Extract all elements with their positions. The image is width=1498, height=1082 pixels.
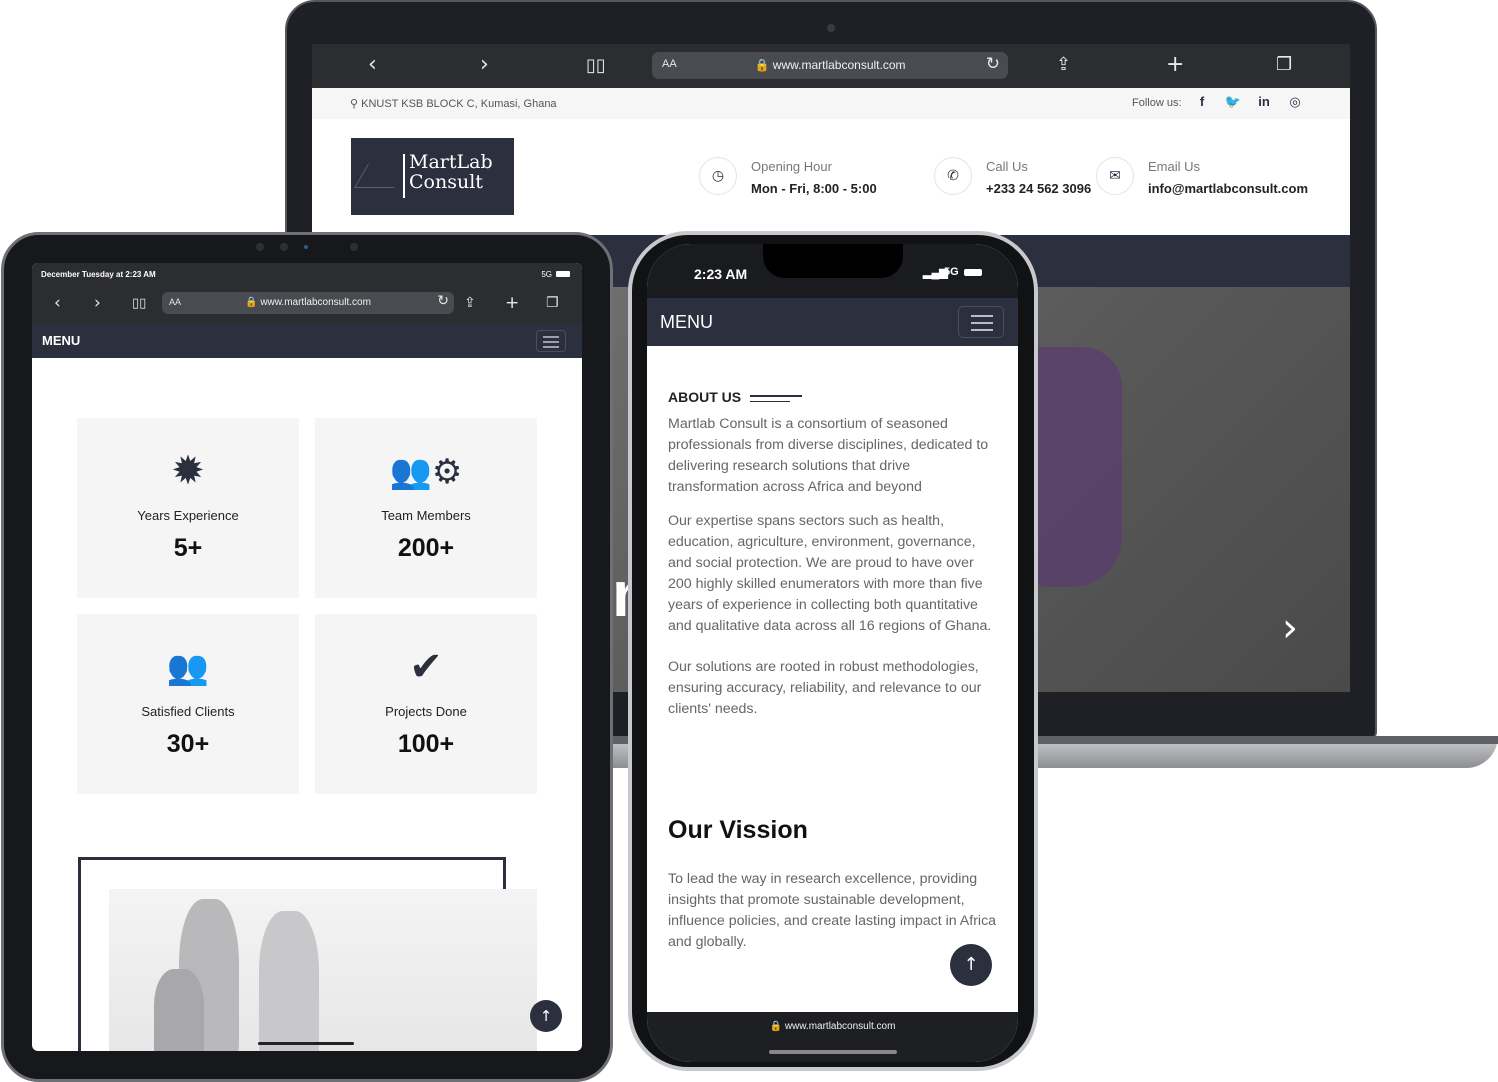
tablet-camera: [256, 243, 358, 251]
phone-time: 2:23 AM: [694, 266, 748, 282]
hamburger-icon[interactable]: [958, 306, 1004, 338]
email-label: Email Us: [1148, 159, 1201, 174]
stat-label: Projects Done: [385, 704, 467, 719]
team-gear-icon: 👥⚙: [389, 452, 463, 492]
home-indicator: [258, 1042, 354, 1045]
stat-label: Satisfied Clients: [141, 704, 235, 719]
tablet-browser-toolbar: ‹ › ▯▯ AA 🔒 www.martlabconsult.com ↻ ⇪ +…: [32, 285, 582, 323]
stat-card-years: ✹ Years Experience 5+: [77, 418, 299, 598]
laptop-camera: [827, 24, 835, 32]
stat-value: 200+: [397, 534, 455, 562]
phone-menu-bar: MENU: [647, 298, 1018, 346]
heading-underline: [750, 401, 790, 402]
person-figure: [259, 911, 319, 1051]
tabs-icon[interactable]: ❐: [546, 295, 559, 311]
phone-browser-bar: 🔒 www.martlabconsult.com: [647, 1012, 1018, 1062]
about-paragraph-2: Our expertise spans sectors such as heal…: [668, 513, 992, 634]
phone-signal: 5G: [944, 266, 959, 278]
facebook-icon[interactable]: f: [1187, 94, 1217, 109]
vision-heading: Our Vission: [668, 816, 808, 844]
stat-label: Years Experience: [137, 508, 239, 523]
stat-card-projects: ✔ Projects Done 100+: [315, 614, 537, 794]
forward-icon[interactable]: ›: [94, 293, 101, 313]
phone-icon: ✆: [934, 157, 972, 195]
tablet-screen: December Tuesday at 2:23 AM 5G ‹ › ▯▯ AA…: [32, 263, 582, 1051]
stat-card-clients: 👥 Satisfied Clients 30+: [77, 614, 299, 794]
address-bar[interactable]: AA 🔒 www.martlabconsult.com ↻: [652, 52, 1008, 79]
clock-icon: ◷: [699, 157, 737, 195]
linkedin-icon[interactable]: in: [1249, 94, 1279, 109]
home-indicator: [769, 1050, 897, 1054]
check-icon: ✔: [409, 644, 443, 690]
back-icon[interactable]: ‹: [54, 293, 61, 313]
heading-underline: [750, 395, 802, 397]
tablet-address-bar[interactable]: AA 🔒 www.martlabconsult.com ↻: [162, 292, 454, 314]
logo-mark-icon: [354, 164, 408, 188]
about-paragraph-1: Martlab Consult is a consortium of seaso…: [668, 416, 989, 495]
logo-text: MartLab Consult: [409, 152, 493, 192]
logo-line1: MartLab: [409, 151, 493, 173]
bookmarks-icon[interactable]: ▯▯: [132, 296, 146, 311]
stat-card-team: 👥⚙ Team Members 200+: [315, 418, 537, 598]
about-heading: ABOUT US: [668, 389, 742, 405]
menu-label: MENU: [660, 312, 713, 332]
instagram-icon[interactable]: ◎: [1280, 94, 1310, 110]
team-photo: [109, 889, 537, 1051]
logo-line2: Consult: [409, 171, 483, 193]
browser-toolbar: ‹ › ▯▯ AA 🔒 www.martlabconsult.com ↻ ⇪ +…: [312, 44, 1350, 88]
url-text: 🔒 www.martlabconsult.com: [754, 58, 906, 72]
forward-icon[interactable]: ›: [480, 52, 489, 77]
follow-label: Follow us:: [1132, 97, 1182, 109]
reload-icon[interactable]: ↻: [986, 54, 1000, 74]
site-header: MartLab Consult ◷ Opening Hour Mon - Fri…: [312, 119, 1350, 235]
vision-text: To lead the way in research excellence, …: [668, 871, 997, 950]
tablet-signal: 5G: [541, 270, 552, 279]
location-text: ⚲ KNUST KSB BLOCK C, Kumasi, Ghana: [350, 98, 557, 110]
badge-icon: ✹: [171, 448, 205, 494]
location-value: KNUST KSB BLOCK C, Kumasi, Ghana: [361, 98, 557, 110]
share-icon[interactable]: ⇪: [1056, 54, 1071, 75]
url-value: www.martlabconsult.com: [784, 1021, 896, 1032]
tablet-status-time: December Tuesday at 2:23 AM: [41, 270, 156, 279]
tablet-menu-bar: MENU: [32, 323, 582, 358]
stat-label: Team Members: [381, 508, 471, 523]
new-tab-icon[interactable]: +: [505, 293, 519, 313]
url-text[interactable]: 🔒 www.martlabconsult.com: [647, 1021, 1018, 1032]
twitter-icon[interactable]: 🐦: [1218, 94, 1248, 110]
call-us-value[interactable]: +233 24 562 3096: [986, 181, 1091, 196]
slider-next-icon[interactable]: ›: [1282, 605, 1298, 651]
back-icon[interactable]: ‹: [368, 52, 377, 77]
hamburger-icon[interactable]: [536, 330, 566, 352]
opening-hour-label: Opening Hour: [751, 159, 832, 174]
logo-divider: [403, 154, 405, 198]
new-tab-icon[interactable]: +: [1166, 52, 1184, 77]
call-us-label: Call Us: [986, 159, 1028, 174]
reload-icon[interactable]: ↻: [437, 293, 449, 309]
envelope-icon: ✉: [1096, 157, 1134, 195]
users-icon: 👥: [166, 648, 210, 688]
url-text: 🔒 www.martlabconsult.com: [245, 297, 371, 308]
share-icon[interactable]: ⇪: [464, 295, 476, 311]
bookmarks-icon[interactable]: ▯▯: [586, 55, 606, 76]
martlab-logo[interactable]: MartLab Consult: [351, 138, 514, 215]
menu-label: MENU: [42, 333, 81, 348]
battery-icon: [556, 271, 570, 277]
battery-icon: [964, 269, 982, 276]
url-value: www.martlabconsult.com: [772, 58, 906, 72]
url-value: www.martlabconsult.com: [260, 297, 371, 308]
tablet-status-bar: December Tuesday at 2:23 AM 5G: [32, 263, 582, 285]
site-topbar: ⚲ KNUST KSB BLOCK C, Kumasi, Ghana Follo…: [312, 88, 1350, 119]
stat-value: 30+: [166, 730, 210, 758]
phone-notch: [763, 244, 903, 278]
stat-value: 100+: [397, 730, 455, 758]
about-paragraph-3: Our solutions are rooted in robust metho…: [668, 659, 982, 717]
stat-value: 5+: [173, 534, 203, 562]
scroll-top-button[interactable]: ↑: [950, 944, 992, 986]
phone-screen: 2:23 AM ▂▄▆ 5G MENU ABOUT US Martlab Con…: [647, 244, 1018, 1062]
scroll-top-button[interactable]: ↑: [530, 1000, 562, 1032]
opening-hour-value: Mon - Fri, 8:00 - 5:00: [751, 181, 877, 196]
email-value[interactable]: info@martlabconsult.com: [1148, 181, 1308, 196]
person-figure: [154, 969, 204, 1051]
tabs-icon[interactable]: ❐: [1276, 54, 1292, 75]
